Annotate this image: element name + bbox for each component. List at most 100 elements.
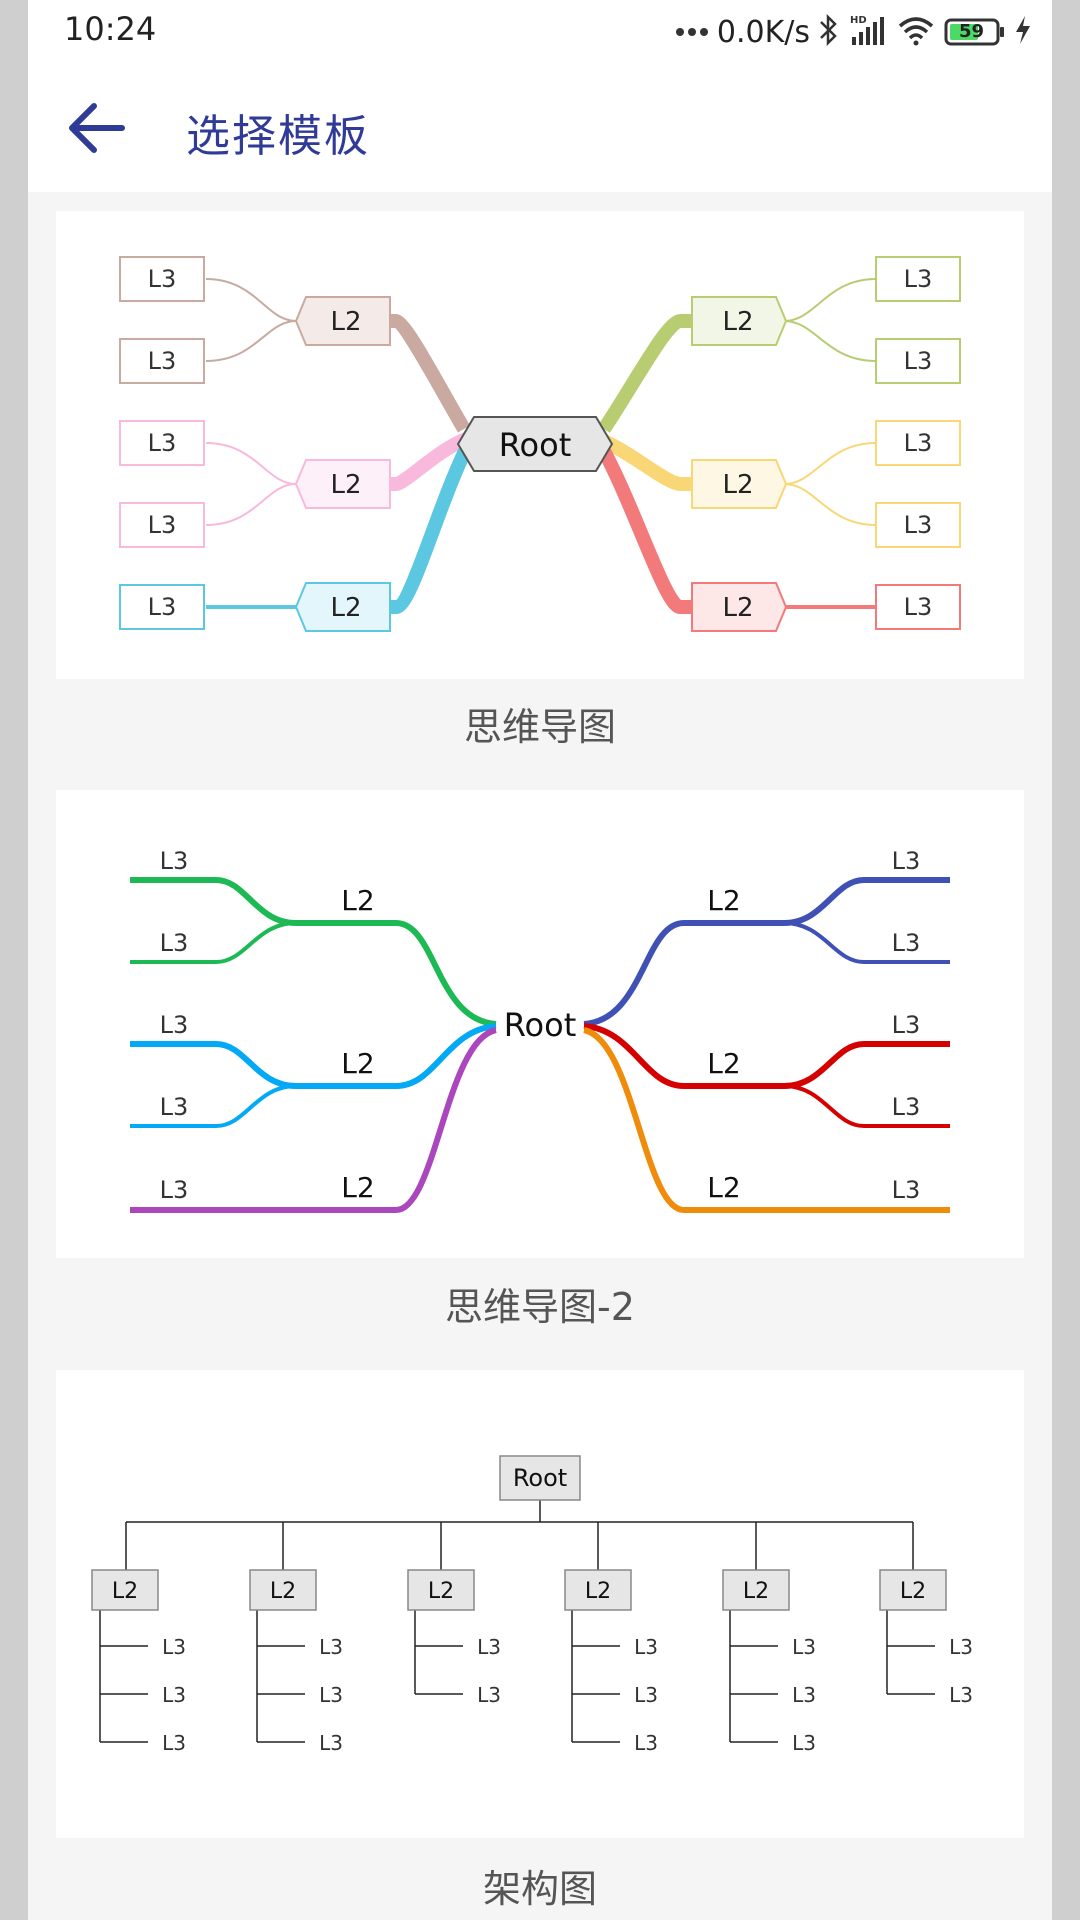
svg-text:L3: L3 xyxy=(148,429,177,457)
mindmap-2-l3-label: L3 xyxy=(160,1093,189,1121)
mindmap-2-l3-label: L3 xyxy=(160,1176,189,1204)
template-label-mindmap-2[interactable]: 思维导图-2 xyxy=(28,1276,1052,1331)
svg-text:Root: Root xyxy=(499,426,572,464)
net-speed: 0.0K/s xyxy=(716,14,810,50)
mindmap-2-l3-label: L3 xyxy=(160,929,189,957)
hd-signal-icon: HD xyxy=(848,13,888,51)
svg-text:L2: L2 xyxy=(428,1579,454,1604)
svg-text:L2: L2 xyxy=(722,470,753,500)
mindmap-l2-node: L2 xyxy=(691,459,788,509)
template-card-org-chart[interactable]: Root L2 L2 L2 L2 L2 L2 L3 L3 L3 L3 L3 L3… xyxy=(56,1370,1024,1838)
mindmap-2-l3-label: L3 xyxy=(892,847,921,875)
org-l2-node: L2 xyxy=(879,1569,947,1611)
mindmap-2-l2-label: L2 xyxy=(341,1047,374,1080)
charging-icon xyxy=(1014,15,1032,49)
org-l3-label: L3 xyxy=(319,1731,343,1755)
template-label-org-chart[interactable]: 架构图 xyxy=(28,1858,1052,1913)
status-bar: 10:24 0.0K/s HD 59 xyxy=(28,0,1052,64)
mindmap-2-l2-label: L2 xyxy=(341,884,374,917)
page-title: 选择模板 xyxy=(186,111,370,162)
org-l3-label: L3 xyxy=(792,1683,816,1707)
svg-text:L2: L2 xyxy=(330,307,361,337)
screen: 10:24 0.0K/s HD 59 选择模板 L3 L3 L3 L3 L3 L… xyxy=(28,0,1052,1920)
mindmap-2-preview: L3 L3 L3 L3 L3 L3 L3 L3 L3 L3 L2 L2 L2 L… xyxy=(130,847,950,1213)
org-l3-label: L3 xyxy=(162,1683,186,1707)
mindmap-l3-node: L3 xyxy=(119,338,205,384)
svg-text:L2: L2 xyxy=(722,593,753,623)
mindmap-l2-node: L2 xyxy=(691,582,788,632)
arrow-left-icon[interactable] xyxy=(64,96,128,160)
org-chart-preview: Root L2 L2 L2 L2 L2 L2 L3 L3 L3 L3 L3 L3… xyxy=(91,1455,973,1755)
template-card-mindmap[interactable]: L3 L3 L3 L3 L3 L3 L3 L3 L3 L3 L2 L2 L2 L… xyxy=(56,211,1024,679)
svg-text:L2: L2 xyxy=(112,1579,138,1604)
org-l2-node: L2 xyxy=(249,1569,317,1611)
svg-text:L2: L2 xyxy=(585,1579,611,1604)
org-l2-node: L2 xyxy=(407,1569,475,1611)
mindmap-l3-node: L3 xyxy=(875,502,961,548)
mindmap-l3-node: L3 xyxy=(119,502,205,548)
org-l3-label: L3 xyxy=(477,1683,501,1707)
org-l3-label: L3 xyxy=(162,1635,186,1659)
battery-icon: 59 xyxy=(944,17,1006,47)
template-card-mindmap-2[interactable]: L3 L3 L3 L3 L3 L3 L3 L3 L3 L3 L2 L2 L2 L… xyxy=(56,790,1024,1258)
mindmap-l3-node: L3 xyxy=(875,256,961,302)
org-l3-label: L3 xyxy=(477,1635,501,1659)
org-l3-label: L3 xyxy=(634,1731,658,1755)
mindmap-2-l2-label: L2 xyxy=(707,1047,740,1080)
battery-level: 59 xyxy=(959,21,985,42)
mindmap-preview: L3 L3 L3 L3 L3 L3 L3 L3 L3 L3 L2 L2 L2 L… xyxy=(119,256,961,632)
svg-text:HD: HD xyxy=(850,15,867,26)
org-l2-node: L2 xyxy=(564,1569,632,1611)
svg-text:L3: L3 xyxy=(904,511,933,539)
svg-text:L2: L2 xyxy=(722,307,753,337)
org-l3-label: L3 xyxy=(949,1635,973,1659)
template-label-mindmap[interactable]: 思维导图 xyxy=(28,696,1052,751)
org-l3-label: L3 xyxy=(949,1683,973,1707)
status-time: 10:24 xyxy=(64,10,157,48)
status-icons: 0.0K/s HD 59 xyxy=(675,10,1032,54)
svg-text:L2: L2 xyxy=(330,470,361,500)
mindmap-2-l3-label: L3 xyxy=(160,1011,189,1039)
org-l2-node: L2 xyxy=(91,1569,159,1611)
svg-text:L2: L2 xyxy=(900,1579,926,1604)
mindmap-l2-node: L2 xyxy=(294,459,391,509)
mindmap-l3-node: L3 xyxy=(119,420,205,466)
svg-text:L2: L2 xyxy=(743,1579,769,1604)
mindmap-l3-node: L3 xyxy=(119,256,205,302)
org-l3-label: L3 xyxy=(792,1635,816,1659)
mindmap-2-l2-label: L2 xyxy=(707,1171,740,1204)
svg-text:L2: L2 xyxy=(330,593,361,623)
mindmap-2-l3-label: L3 xyxy=(892,929,921,957)
org-l3-label: L3 xyxy=(634,1635,658,1659)
wifi-icon xyxy=(896,14,936,50)
svg-text:L3: L3 xyxy=(904,429,933,457)
mindmap-2-l2-label: L2 xyxy=(707,884,740,917)
mindmap-2-l3-label: L3 xyxy=(160,847,189,875)
svg-text:L3: L3 xyxy=(148,347,177,375)
svg-text:Root: Root xyxy=(513,1464,567,1492)
mindmap-2-l3-label: L3 xyxy=(892,1093,921,1121)
dots-icon xyxy=(675,23,709,42)
mindmap-l2-node: L2 xyxy=(691,296,788,346)
svg-text:L3: L3 xyxy=(148,265,177,293)
mindmap-l3-node: L3 xyxy=(875,338,961,384)
mindmap-root-node: Root xyxy=(456,416,614,472)
bluetooth-icon xyxy=(818,13,840,51)
org-l3-label: L3 xyxy=(792,1731,816,1755)
mindmap-2-root-label: Root xyxy=(504,1006,577,1044)
mindmap-2-l3-label: L3 xyxy=(892,1011,921,1039)
mindmap-2-l2-label: L2 xyxy=(341,1171,374,1204)
svg-text:L3: L3 xyxy=(148,511,177,539)
org-l3-label: L3 xyxy=(319,1683,343,1707)
org-l3-label: L3 xyxy=(319,1635,343,1659)
mindmap-l3-node: L3 xyxy=(875,420,961,466)
svg-text:L3: L3 xyxy=(904,347,933,375)
org-l3-label: L3 xyxy=(162,1731,186,1755)
mindmap-l2-node: L2 xyxy=(294,582,391,632)
svg-text:L2: L2 xyxy=(270,1579,296,1604)
mindmap-l2-node: L2 xyxy=(294,296,391,346)
mindmap-l3-node: L3 xyxy=(119,584,205,630)
svg-text:L3: L3 xyxy=(904,265,933,293)
svg-text:L3: L3 xyxy=(148,593,177,621)
org-l3-label: L3 xyxy=(634,1683,658,1707)
